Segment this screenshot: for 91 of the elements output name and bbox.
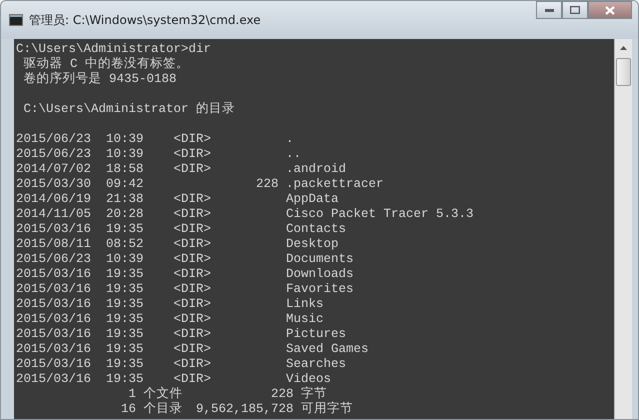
entry-name: Pictures xyxy=(286,327,348,342)
close-button[interactable] xyxy=(588,1,632,19)
entry-name: Documents xyxy=(286,252,355,267)
command-line: C:\Users\Administrator>dir xyxy=(16,42,212,56)
entry-name: Saved Games xyxy=(286,342,370,357)
dir-tag: <DIR> xyxy=(174,372,279,387)
scrollbar[interactable] xyxy=(614,39,632,419)
dir-tag: <DIR> xyxy=(174,222,279,237)
date-text: 2015/06/23 xyxy=(16,147,92,162)
entry-name: Searches xyxy=(286,357,348,372)
dir-tag: <DIR> xyxy=(174,282,279,297)
entry-name: Desktop xyxy=(286,237,340,252)
time-text: 20:28 xyxy=(106,207,145,222)
maximize-icon xyxy=(570,6,580,14)
volume-info-line: 卷的序列号是 9435-0188 xyxy=(22,72,178,87)
bytes-text: 9,562,185,728 xyxy=(195,402,294,417)
dir-tag: <DIR> xyxy=(174,267,279,282)
volume-info-line: 驱动器 C 中的卷没有标签。 xyxy=(22,57,190,72)
time-text: 19:35 xyxy=(106,282,145,297)
count-text: 1 xyxy=(128,387,136,402)
time-text: 09:42 xyxy=(106,177,145,192)
maximize-button[interactable] xyxy=(562,1,588,19)
bytes-label: 可用字节 xyxy=(301,402,354,417)
file-size: 228 xyxy=(255,177,279,192)
time-text: 19:35 xyxy=(106,342,145,357)
entry-name: Links xyxy=(286,297,325,312)
date-text: 2015/03/16 xyxy=(16,372,92,387)
entry-name: AppData xyxy=(286,192,340,207)
date-text: 2015/06/23 xyxy=(16,132,92,147)
time-text: 19:35 xyxy=(106,222,145,237)
entry-name: Music xyxy=(286,312,325,327)
date-text: 2014/07/02 xyxy=(16,162,92,177)
dir-tag: <DIR> xyxy=(174,297,279,312)
entry-name: . xyxy=(286,132,295,147)
count-text: 16 xyxy=(120,402,136,417)
time-text: 19:35 xyxy=(106,297,145,312)
close-icon xyxy=(605,6,615,14)
entry-name: .android xyxy=(286,162,348,177)
entry-name: .packettracer xyxy=(286,177,385,192)
dir-tag: <DIR> xyxy=(174,357,279,372)
scroll-up-icon[interactable] xyxy=(620,46,627,50)
date-text: 2015/03/16 xyxy=(16,312,92,327)
dir-tag: <DIR> xyxy=(174,147,279,162)
dir-tag: <DIR> xyxy=(174,252,279,267)
dir-tag: <DIR> xyxy=(174,312,279,327)
time-text: 10:39 xyxy=(106,252,145,267)
time-text: 19:35 xyxy=(106,312,145,327)
time-text: 21:38 xyxy=(106,192,145,207)
window-title: 管理员: C:\Windows\system32\cmd.exe xyxy=(29,12,262,28)
dir-tag: <DIR> xyxy=(174,342,279,357)
dir-tag: <DIR> xyxy=(174,132,279,147)
bytes-label: 字节 xyxy=(301,387,328,402)
bytes-text: 228 xyxy=(270,387,294,402)
time-text: 18:58 xyxy=(106,162,145,177)
directory-heading: C:\Users\Administrator 的目录 xyxy=(22,102,236,117)
date-text: 2015/08/11 xyxy=(16,237,92,252)
time-text: 19:35 xyxy=(106,327,145,342)
count-label: 个目录 xyxy=(144,402,184,417)
entry-name: Favorites xyxy=(286,282,355,297)
dir-tag: <DIR> xyxy=(174,162,279,177)
time-text: 10:39 xyxy=(106,147,145,162)
time-text: 19:35 xyxy=(106,372,145,387)
minimize-button[interactable] xyxy=(536,1,562,19)
date-text: 2014/06/19 xyxy=(16,192,92,207)
date-text: 2015/06/23 xyxy=(16,252,92,267)
time-text: 08:52 xyxy=(106,237,145,252)
entry-name: Cisco Packet Tracer 5.3.3 xyxy=(286,207,475,222)
date-text: 2015/03/30 xyxy=(16,177,92,192)
scroll-thumb[interactable] xyxy=(616,58,631,86)
date-text: 2015/03/16 xyxy=(16,222,92,237)
entry-name: Downloads xyxy=(286,267,355,282)
dir-tag: <DIR> xyxy=(174,207,279,222)
minimize-icon xyxy=(544,8,554,12)
dir-tag: <DIR> xyxy=(174,327,279,342)
count-label: 个文件 xyxy=(144,387,184,402)
dir-tag: <DIR> xyxy=(174,192,279,207)
entry-name: .. xyxy=(286,147,302,162)
date-text: 2015/03/16 xyxy=(16,357,92,372)
time-text: 19:35 xyxy=(106,357,145,372)
date-text: 2015/03/16 xyxy=(16,342,92,357)
date-text: 2014/11/05 xyxy=(16,207,92,222)
date-text: 2015/03/16 xyxy=(16,327,92,342)
time-text: 10:39 xyxy=(106,132,145,147)
date-text: 2015/03/16 xyxy=(16,297,92,312)
date-text: 2015/03/16 xyxy=(16,267,92,282)
dir-tag: <DIR> xyxy=(174,237,279,252)
console-icon xyxy=(9,14,23,26)
entry-name: Videos xyxy=(286,372,332,386)
time-text: 19:35 xyxy=(106,267,145,282)
date-text: 2015/03/16 xyxy=(16,282,92,297)
entry-name: Contacts xyxy=(286,222,348,237)
